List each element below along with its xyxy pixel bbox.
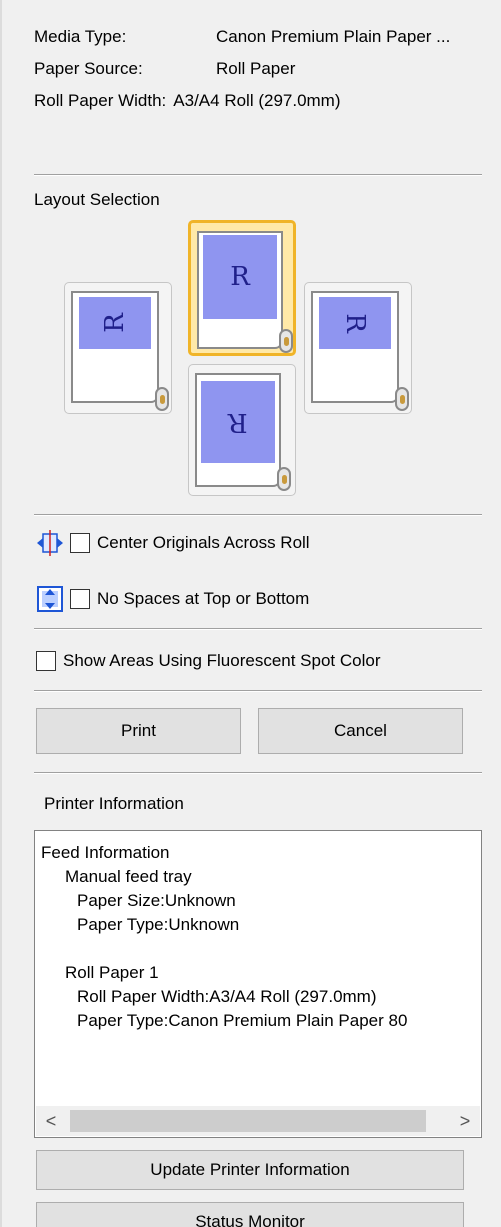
roll-sheet-icon: R: [197, 231, 295, 353]
no-spaces-option[interactable]: No Spaces at Top or Bottom: [36, 584, 309, 614]
media-type-label: Media Type:: [34, 27, 127, 46]
print-button[interactable]: Print: [36, 708, 241, 754]
media-type-row: Media Type: Canon Premium Plain Paper ...: [34, 24, 450, 50]
separator: [34, 690, 482, 692]
paper-source-label: Paper Source:: [34, 59, 143, 78]
list-item: Roll Paper 1: [65, 963, 159, 982]
fluorescent-option[interactable]: Show Areas Using Fluorescent Spot Color: [36, 646, 381, 676]
layout-glyph: R: [339, 313, 370, 333]
list-item: Feed Information: [41, 843, 170, 862]
center-originals-option[interactable]: Center Originals Across Roll: [36, 528, 310, 558]
separator: [34, 772, 482, 774]
layout-option-normal[interactable]: R: [188, 220, 296, 356]
scroll-right-icon[interactable]: >: [450, 1106, 480, 1136]
status-monitor-button[interactable]: Status Monitor: [36, 1202, 464, 1227]
print-button-label: Print: [121, 721, 156, 740]
fluorescent-label: Show Areas Using Fluorescent Spot Color: [63, 651, 381, 670]
list-item: Paper Type:Unknown: [77, 915, 240, 934]
status-monitor-label: Status Monitor: [195, 1212, 305, 1227]
layout-selection-title: Layout Selection: [34, 190, 160, 209]
center-originals-label: Center Originals Across Roll: [97, 533, 310, 552]
roll-width-label: Roll Paper Width:: [34, 91, 167, 110]
printer-info-list[interactable]: Feed Information Manual feed tray Paper …: [34, 830, 482, 1138]
scroll-left-icon[interactable]: <: [36, 1106, 66, 1136]
no-spaces-label: No Spaces at Top or Bottom: [97, 589, 310, 608]
roll-sheet-icon: R: [311, 291, 411, 411]
layout-option-rotated-left[interactable]: R: [64, 282, 172, 414]
list-item: Paper Size:Unknown: [77, 891, 236, 910]
roll-sheet-icon: R: [71, 291, 171, 411]
list-item: Paper Type:Canon Premium Plain Paper 80: [77, 1011, 408, 1030]
list-item: Manual feed tray: [65, 867, 192, 886]
print-layout-panel: Media Type: Canon Premium Plain Paper ...…: [0, 0, 501, 1227]
update-printer-info-button[interactable]: Update Printer Information: [36, 1150, 464, 1190]
center-originals-checkbox[interactable]: [70, 533, 90, 553]
roll-width-row: Roll Paper Width: A3/A4 Roll (297.0mm): [34, 88, 341, 114]
no-spaces-icon: [37, 586, 63, 612]
fluorescent-checkbox[interactable]: [36, 651, 56, 671]
layout-glyph: R: [230, 262, 250, 292]
list-item: Roll Paper Width:A3/A4 Roll (297.0mm): [77, 987, 377, 1006]
center-align-icon: [37, 530, 63, 556]
update-printer-info-label: Update Printer Information: [150, 1160, 350, 1179]
layout-option-rotated-180[interactable]: R: [188, 364, 296, 496]
roll-sheet-icon: R: [195, 373, 293, 493]
no-spaces-checkbox[interactable]: [70, 589, 90, 609]
roll-width-value: A3/A4 Roll (297.0mm): [173, 91, 341, 110]
printer-info-title: Printer Information: [44, 794, 184, 813]
paper-source-row: Paper Source: Roll Paper: [34, 56, 295, 82]
separator: [34, 628, 482, 630]
layout-glyph: R: [228, 407, 248, 437]
media-type-value: Canon Premium Plain Paper ...: [216, 27, 451, 46]
paper-source-value: Roll Paper: [216, 59, 296, 78]
cancel-button-label: Cancel: [334, 721, 387, 740]
separator: [34, 174, 482, 176]
cancel-button[interactable]: Cancel: [258, 708, 463, 754]
layout-glyph: R: [99, 313, 130, 333]
separator: [34, 514, 482, 516]
layout-option-rotated-right[interactable]: R: [304, 282, 412, 414]
scrollbar-thumb[interactable]: [70, 1110, 426, 1132]
horizontal-scrollbar[interactable]: < >: [36, 1106, 480, 1136]
